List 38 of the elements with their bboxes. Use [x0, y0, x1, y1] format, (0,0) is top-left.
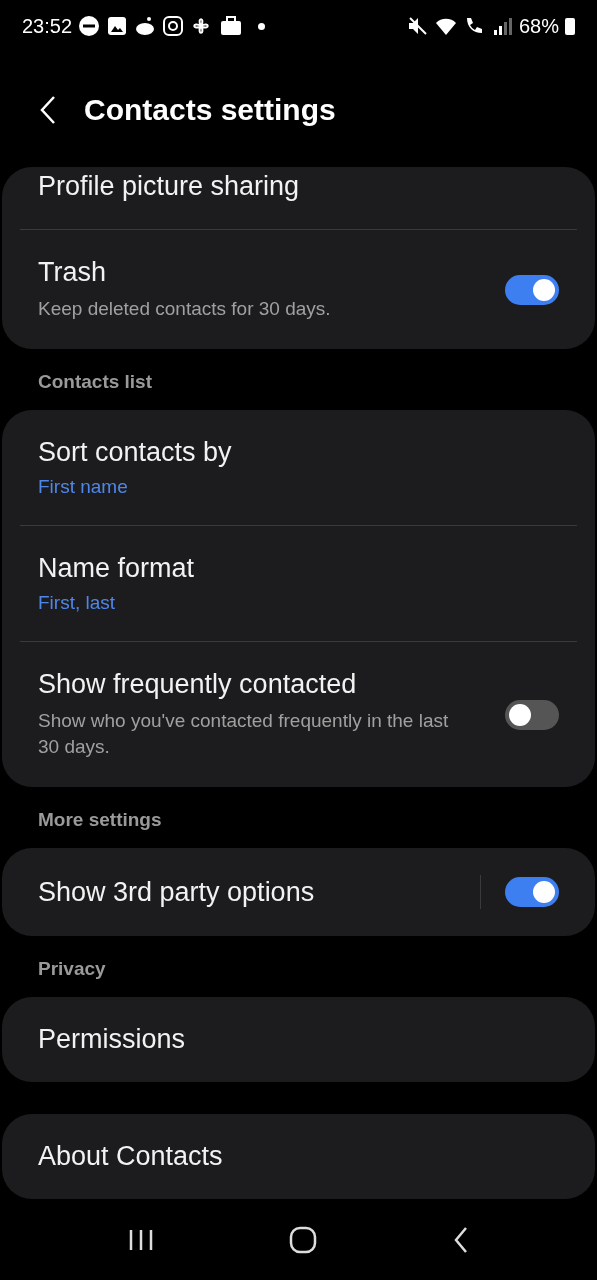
settings-item[interactable]: Profile picture sharing: [20, 167, 577, 229]
item-title: Name format: [38, 553, 196, 584]
item-title: Sort contacts by: [38, 437, 233, 468]
dot-icon: [258, 22, 266, 30]
battery-icon: [565, 17, 575, 35]
home-icon: [289, 1226, 318, 1254]
camera-icon: [162, 15, 185, 37]
item-value: First, last: [38, 592, 117, 614]
item-title: Show 3rd party options: [38, 876, 316, 908]
item-title: Show frequently contacted: [38, 669, 358, 700]
item-title: About Contacts: [38, 1141, 224, 1172]
image-icon: [106, 15, 129, 37]
settings-item[interactable]: Sort contacts by First name: [20, 410, 577, 525]
page-title: Contacts settings: [84, 92, 336, 127]
settings-item[interactable]: About Contacts: [20, 1114, 577, 1199]
section-heading: Privacy: [37, 957, 107, 981]
settings-item[interactable]: Trash Keep deleted contacts for 30 days.: [20, 229, 577, 349]
section-heading: More settings: [37, 808, 163, 832]
item-description: Show who you've contacted frequently in the last 30 days.: [38, 709, 450, 759]
toggle-switch[interactable]: [505, 877, 559, 907]
back-icon: [453, 1226, 470, 1254]
settings-item[interactable]: Name format First, last: [20, 525, 577, 641]
section-heading: Contacts list: [37, 370, 154, 394]
item-title: Permissions: [38, 1024, 187, 1055]
do-not-disturb-icon: [78, 15, 101, 37]
muted-speaker-icon: [406, 15, 429, 37]
status-time: 23:52: [22, 14, 73, 38]
settings-item[interactable]: Permissions: [20, 997, 577, 1082]
settings-item[interactable]: Show frequently contacted Show who you've contacted frequently in the last 30 days.: [20, 641, 577, 787]
item-title: Profile picture sharing: [38, 171, 301, 202]
battery-percentage: 68%: [518, 14, 559, 38]
item-value: First name: [38, 476, 129, 498]
settings-item[interactable]: Show 3rd party options: [20, 848, 577, 936]
toggle-switch[interactable]: [505, 274, 559, 305]
recent-apps-icon: [127, 1228, 154, 1252]
toggle-switch[interactable]: [505, 699, 559, 730]
item-description: Keep deleted contacts for 30 days.: [38, 297, 332, 321]
item-title: Trash: [38, 257, 107, 288]
